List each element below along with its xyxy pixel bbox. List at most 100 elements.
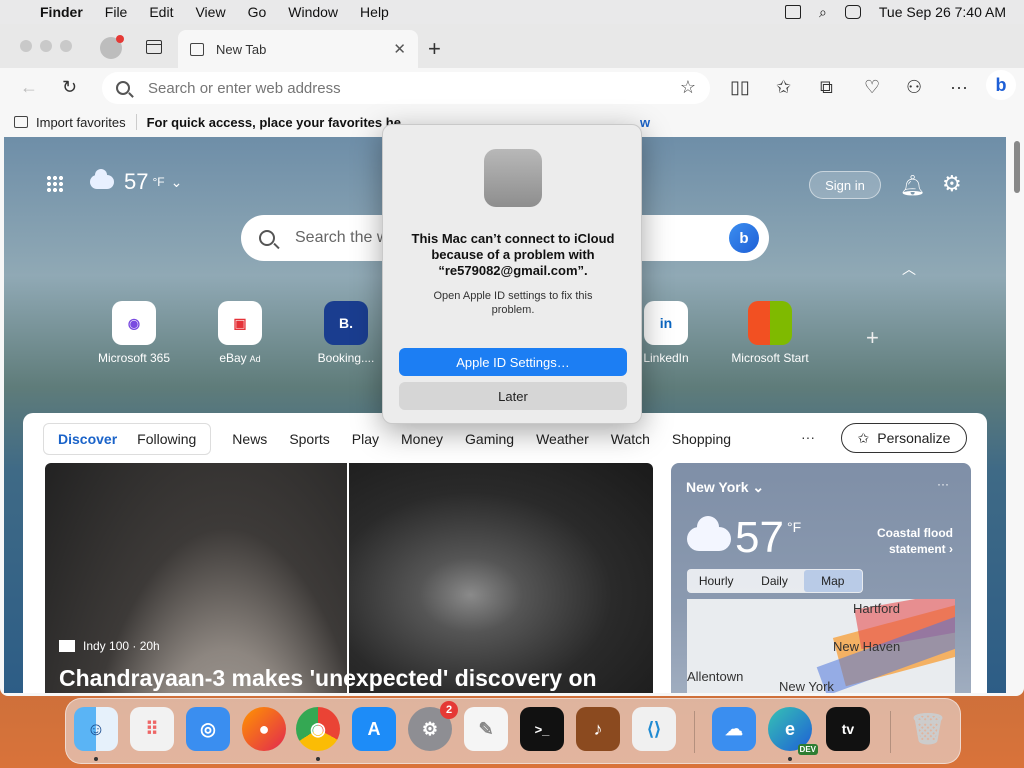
tab-news[interactable]: News [221, 431, 278, 447]
weather-widget[interactable]: 57 °F ⌄ [90, 169, 182, 195]
menu-clock[interactable]: Tue Sep 26 7:40 AM [879, 4, 1006, 20]
zoom-window-button[interactable] [60, 40, 72, 52]
apple-tv-icon[interactable]: tv [826, 707, 870, 751]
later-button[interactable]: Later [399, 382, 627, 410]
map-label-new-haven: New Haven [833, 639, 901, 654]
tab-gaming[interactable]: Gaming [454, 431, 525, 447]
chevron-down-icon[interactable]: ⌄ [171, 174, 183, 191]
safari-icon[interactable]: ◎ [186, 707, 230, 751]
favorite-star-icon[interactable]: ☆ [680, 77, 696, 98]
menu-bar: Finder File Edit View Go Window Help ⌕ T… [0, 0, 1024, 24]
copilot-icon[interactable]: b [986, 70, 1016, 100]
bing-chat-icon[interactable]: b [729, 223, 759, 253]
tab-hourly[interactable]: Hourly [687, 574, 745, 588]
settings-gear-icon[interactable]: ⚙ [942, 171, 962, 197]
running-indicator [94, 757, 98, 761]
launchpad-icon[interactable]: ⠿ [130, 707, 174, 751]
tab-actions-icon[interactable] [146, 40, 162, 54]
apps-launcher-icon[interactable] [46, 175, 64, 193]
quick-link-ebay[interactable]: ▣ eBay Ad [190, 301, 290, 365]
quick-link-label: eBay [219, 351, 247, 365]
weather-map[interactable]: Hartford New Haven Allentown New York [687, 599, 955, 693]
chevron-up-icon[interactable]: ︿ [902, 259, 916, 279]
menu-window[interactable]: Window [288, 4, 338, 20]
minimize-window-button[interactable] [40, 40, 52, 52]
finder-icon[interactable]: ☺ [74, 707, 118, 751]
notifications-bell-icon[interactable]: 🔔︎ [900, 173, 925, 198]
tab-new-tab[interactable]: New Tab ✕ [178, 30, 418, 68]
menu-help[interactable]: Help [360, 4, 389, 20]
firefox-icon[interactable]: ● [242, 707, 286, 751]
terminal-icon[interactable]: >_ [520, 707, 564, 751]
news-feed: Discover Following News Sports Play Mone… [23, 413, 987, 693]
weather-city[interactable]: New York ⌄ [686, 479, 764, 496]
control-center-icon[interactable] [844, 5, 861, 19]
weather-app-icon[interactable]: ☁ [712, 707, 756, 751]
quick-link-microsoft-365[interactable]: ◉ Microsoft 365 [84, 301, 184, 365]
menu-app[interactable]: Finder [40, 4, 83, 20]
close-window-button[interactable] [20, 40, 32, 52]
address-input[interactable] [148, 79, 648, 97]
weather-alert-link[interactable]: Coastal flood statement › [849, 525, 953, 557]
more-options-icon[interactable]: ··· [950, 77, 968, 98]
split-screen-icon[interactable]: ▯▯ [730, 77, 750, 98]
tab-following[interactable]: Following [127, 431, 206, 447]
new-tab-button[interactable]: + [428, 36, 441, 62]
sign-in-button[interactable]: Sign in [809, 171, 881, 199]
tab-map[interactable]: Map [803, 570, 862, 592]
textedit-icon[interactable]: ✎ [464, 707, 508, 751]
tab-money[interactable]: Money [390, 431, 454, 447]
browser-toolbar: ← ↻ ☆ ▯▯ ✩ ⧉ ♡ ⚇ ··· b [0, 68, 1024, 108]
profile-alert-dot [116, 35, 124, 43]
menu-file[interactable]: File [105, 4, 128, 20]
menu-go[interactable]: Go [248, 4, 267, 20]
screen-mirroring-icon[interactable] [785, 5, 802, 19]
profile-avatar[interactable] [100, 35, 124, 59]
tab-play[interactable]: Play [341, 431, 390, 447]
edge-dev-icon[interactable]: e DEV [768, 707, 818, 755]
weather-city-label: New York [686, 479, 749, 495]
quick-link-microsoft-start[interactable]: Microsoft Start [720, 301, 820, 365]
menu-edit[interactable]: Edit [149, 4, 173, 20]
browser-essentials-icon[interactable]: ♡ [864, 77, 880, 98]
refresh-icon[interactable]: ↻ [62, 77, 77, 98]
back-icon[interactable]: ← [20, 77, 38, 98]
trash-icon[interactable]: 🗑︎ [906, 707, 950, 751]
spotlight-icon[interactable]: ⌕ [819, 4, 827, 21]
weather-card[interactable]: New York ⌄ ··· 57 °F Coastal flood state… [671, 463, 971, 693]
system-settings-icon[interactable]: ⚙ 2 [408, 701, 458, 751]
running-indicator [788, 757, 792, 761]
personalize-button[interactable]: ✩ Personalize [841, 423, 967, 453]
tab-shopping[interactable]: Shopping [661, 431, 742, 447]
hero-article-card[interactable]: Indy 100 · 20h Chandrayaan-3 makes 'unex… [45, 463, 653, 693]
window-controls [20, 40, 72, 52]
weather-more-icon[interactable]: ··· [937, 477, 949, 491]
apple-id-settings-button[interactable]: Apple ID Settings… [399, 348, 627, 376]
more-tabs-icon[interactable]: ··· [801, 429, 815, 445]
garageband-icon[interactable]: ♪ [576, 707, 620, 751]
article-source-label: Indy 100 · 20h [83, 639, 160, 653]
tab-watch[interactable]: Watch [600, 431, 661, 447]
quick-link-booking[interactable]: B. Booking.... [296, 301, 396, 365]
weather-card-unit: °F [787, 519, 802, 535]
extensions-icon[interactable]: ⚇ [906, 77, 922, 98]
chrome-icon[interactable]: ◉ [296, 707, 340, 751]
close-tab-icon[interactable]: ✕ [393, 40, 406, 58]
favorites-icon[interactable]: ✩ [776, 77, 791, 98]
tab-sports[interactable]: Sports [278, 431, 340, 447]
feed-tabs: Discover Following News Sports Play Mone… [43, 423, 742, 455]
icloud-alert-dialog: This Mac can’t connect to iCloud because… [382, 124, 642, 424]
collections-icon[interactable]: ⧉ [820, 77, 833, 98]
tab-weather[interactable]: Weather [525, 431, 600, 447]
address-bar[interactable]: ☆ [102, 72, 710, 104]
menu-view[interactable]: View [195, 4, 225, 20]
tab-daily[interactable]: Daily [745, 574, 803, 588]
vscode-icon[interactable]: ⟨⟩ [632, 707, 676, 751]
article-headline[interactable]: Chandrayaan-3 makes 'unexpected' discove… [59, 665, 597, 692]
app-store-icon[interactable]: A [352, 707, 396, 751]
manage-favorites-link[interactable]: w [640, 115, 650, 130]
tab-discover[interactable]: Discover [48, 431, 127, 447]
import-favorites-button[interactable]: Import favorites [14, 115, 126, 130]
page-scrollbar[interactable] [1014, 141, 1020, 193]
add-quick-link-icon[interactable]: + [866, 325, 879, 351]
